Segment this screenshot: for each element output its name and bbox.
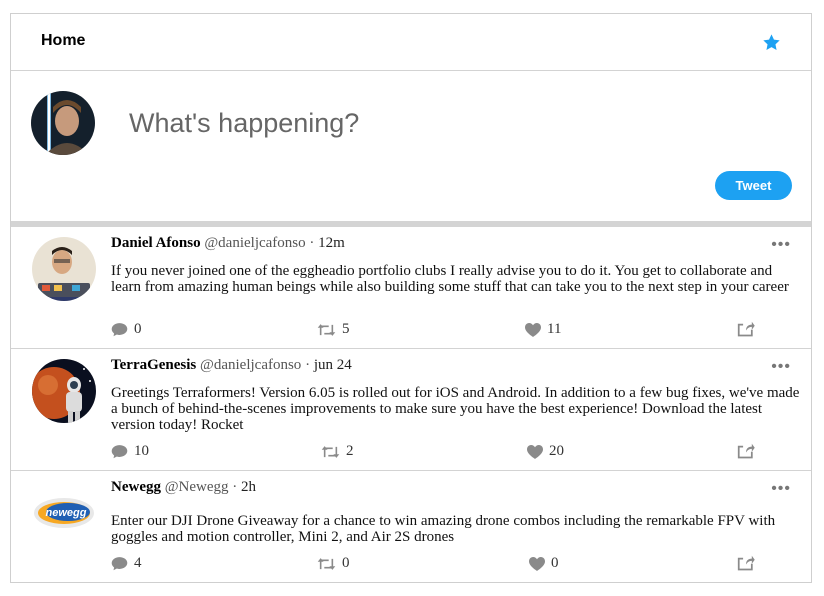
tweet-item[interactable]: TerraGenesis @danieljcafonso · jun 24 ••… [11,349,811,471]
reply-button[interactable]: 10 [111,443,149,460]
share-button[interactable] [737,321,755,337]
author-handle[interactable]: @Newegg [165,479,229,495]
tweet-time[interactable]: 12m [318,235,345,251]
tweet-header: TerraGenesis @danieljcafonso · jun 24 [111,357,352,374]
retweet-button[interactable]: 5 [317,321,350,338]
tweet-composer: Tweet [11,71,811,221]
reply-count: 0 [134,321,142,337]
header: Home [11,14,811,71]
retweet-button[interactable]: 2 [321,443,354,460]
share-icon [737,321,755,337]
heart-icon [525,322,541,337]
reply-icon [111,323,128,337]
retweet-icon [317,557,336,570]
separator-dot: · [309,235,315,251]
author-name[interactable]: TerraGenesis [111,357,196,373]
tweet-actions: 10 2 20 [111,443,757,463]
like-count: 20 [549,443,564,459]
page-title: Home [41,32,86,49]
share-icon [737,443,755,459]
home-timeline: Home Tweet [10,13,812,583]
heart-icon [527,444,543,459]
avatar[interactable] [31,91,95,155]
tweet-item[interactable]: Daniel Afonso @danieljcafonso · 12m ••• … [11,227,811,349]
author-handle[interactable]: @danieljcafonso [200,357,301,373]
more-icon[interactable]: ••• [771,480,791,498]
more-icon[interactable]: ••• [771,358,791,376]
author-handle[interactable]: @danieljcafonso [204,235,305,251]
share-button[interactable] [737,555,755,571]
like-button[interactable]: 0 [529,555,559,572]
reply-count: 4 [134,555,142,571]
retweet-icon [317,323,336,336]
retweet-icon [321,445,340,458]
tweet-text: Greetings Terraformers! Version 6.05 is … [111,385,800,433]
retweet-button[interactable]: 0 [317,555,350,572]
tweet-item[interactable]: newegg Newegg @Newegg · 2h ••• Enter our… [11,471,811,582]
tweet-actions: 4 0 0 [111,555,757,575]
tweet-button[interactable]: Tweet [715,171,792,200]
tweet-header: Daniel Afonso @danieljcafonso · 12m [111,235,345,252]
author-name[interactable]: Daniel Afonso [111,235,201,251]
author-name[interactable]: Newegg [111,479,161,495]
more-icon[interactable]: ••• [771,236,791,254]
tweet-header: Newegg @Newegg · 2h [111,479,256,496]
reply-button[interactable]: 0 [111,321,142,338]
share-icon [737,555,755,571]
like-button[interactable]: 20 [527,443,564,460]
retweet-count: 5 [342,321,350,337]
reply-count: 10 [134,443,149,459]
compose-input[interactable] [129,105,769,141]
avatar[interactable] [32,237,96,301]
retweet-count: 2 [346,443,354,459]
avatar[interactable] [32,359,96,423]
like-count: 11 [547,321,562,337]
reply-button[interactable]: 4 [111,555,142,572]
heart-icon [529,556,545,571]
tweet-text: Enter our DJI Drone Giveaway for a chanc… [111,513,776,545]
separator-dot: · [232,479,238,495]
separator-dot: · [305,357,311,373]
share-button[interactable] [737,443,755,459]
tweet-feed: Daniel Afonso @danieljcafonso · 12m ••• … [11,227,811,582]
tweet-time[interactable]: 2h [241,479,256,495]
newegg-logo[interactable]: newegg [32,481,96,545]
retweet-count: 0 [342,555,350,571]
logo-text: newegg [46,507,87,519]
star-icon[interactable] [762,33,781,52]
tweet-actions: 0 5 11 [111,321,757,341]
tweet-time[interactable]: jun 24 [314,357,352,373]
reply-icon [111,557,128,571]
like-count: 0 [551,555,559,571]
tweet-text: If you never joined one of the eggheadio… [111,263,789,295]
reply-icon [111,445,128,459]
like-button[interactable]: 11 [525,321,561,338]
